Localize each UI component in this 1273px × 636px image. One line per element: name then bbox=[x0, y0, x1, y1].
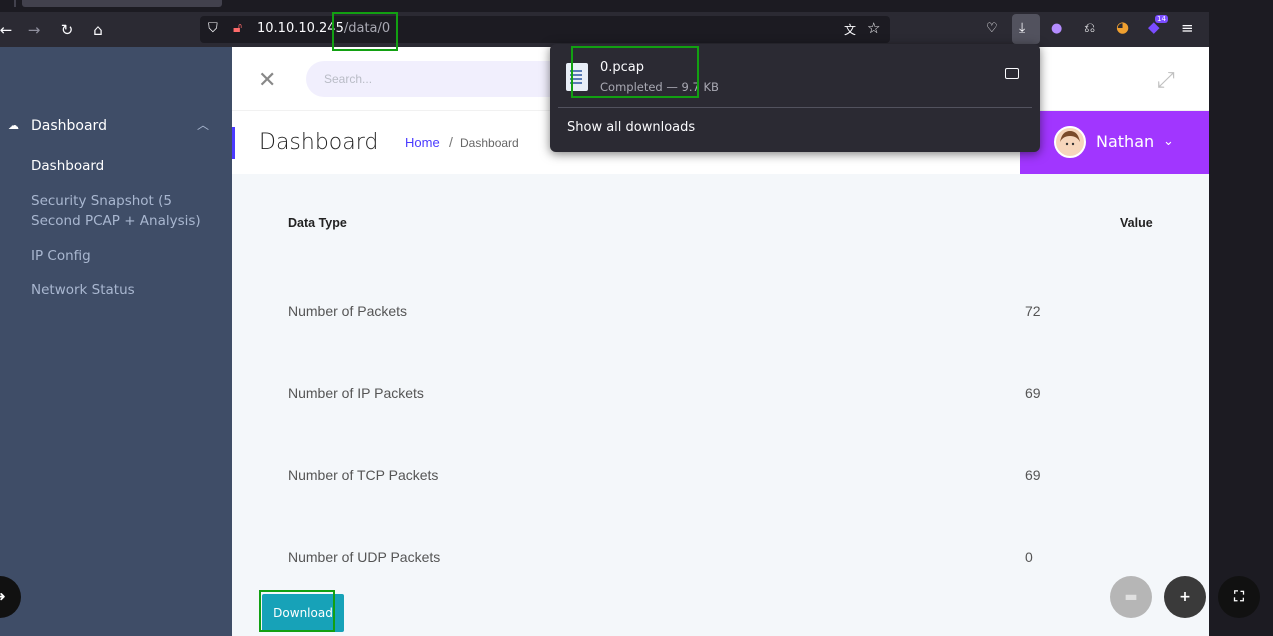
browser-toolbar: ← → ↻ ⌂ ⛉ 🔓︎ 10.10.10.245/data/0 文 ☆ ♡ ⤓… bbox=[0, 12, 1209, 47]
title-accent-bar bbox=[232, 127, 235, 159]
shield-icon[interactable]: ⛉ bbox=[208, 21, 218, 36]
forward-icon[interactable]: → bbox=[22, 18, 46, 42]
table-row-value: 0 bbox=[1025, 549, 1033, 565]
user-menu[interactable]: Nathan ⌄ bbox=[1020, 111, 1209, 174]
breadcrumb-separator: / bbox=[449, 134, 453, 150]
breadcrumb-current: Dashboard bbox=[460, 136, 519, 150]
table-row-value: 69 bbox=[1025, 385, 1041, 401]
tab-strip bbox=[0, 0, 1209, 12]
menu-icon[interactable]: ≡ bbox=[1181, 19, 1194, 37]
close-icon[interactable]: ✕ bbox=[258, 67, 276, 93]
dashboard-icon: ☁ bbox=[8, 120, 19, 132]
fullscreen-icon[interactable]: ⤢ bbox=[1157, 67, 1175, 93]
zoom-out-icon[interactable]: ▬ bbox=[1110, 576, 1152, 618]
sidebar-item-dashboard[interactable]: Dashboard bbox=[31, 156, 211, 176]
column-header-data-type: Data Type bbox=[288, 216, 347, 230]
avatar bbox=[1054, 126, 1086, 158]
sidebar-item-security-snapshot[interactable]: Security Snapshot (5 Second PCAP + Analy… bbox=[31, 191, 211, 231]
table-row-value: 72 bbox=[1025, 303, 1041, 319]
table-row-label: Number of UDP Packets bbox=[288, 549, 441, 565]
sidebar-item-ip-config[interactable]: IP Config bbox=[31, 246, 211, 266]
column-header-value: Value bbox=[1120, 216, 1153, 230]
right-dark-margin bbox=[1209, 0, 1273, 636]
extensions-icon[interactable]: ⎌ bbox=[1084, 20, 1095, 36]
page-title: Dashboard bbox=[259, 130, 379, 155]
fullscreen-toggle-icon[interactable]: ⛶ bbox=[1218, 576, 1260, 618]
container-icon[interactable]: ● bbox=[1051, 21, 1062, 36]
sidebar-section-dashboard[interactable]: ☁ Dashboard ︿ bbox=[0, 108, 232, 144]
chevron-up-icon: ︿ bbox=[197, 118, 210, 132]
highlight-download-button bbox=[259, 590, 335, 632]
home-icon[interactable]: ⌂ bbox=[86, 18, 110, 42]
download-arrow-icon: ⤓ bbox=[1019, 20, 1026, 36]
reload-icon[interactable]: ↻ bbox=[55, 18, 79, 42]
sidebar: ☁ Dashboard ︿ Dashboard Security Snapsho… bbox=[0, 47, 232, 636]
translate-icon[interactable]: 文 bbox=[844, 21, 856, 38]
downloads-button[interactable]: ⤓ bbox=[1012, 14, 1040, 44]
data-table: Data Type Value Number of Packets 72 Num… bbox=[232, 174, 1209, 636]
back-icon[interactable]: ← bbox=[0, 18, 18, 42]
table-row-label: Number of Packets bbox=[288, 303, 408, 319]
table-row-value: 69 bbox=[1025, 467, 1041, 483]
zoom-in-icon[interactable]: + bbox=[1164, 576, 1206, 618]
show-all-downloads-link[interactable]: Show all downloads bbox=[567, 120, 695, 135]
divider bbox=[558, 107, 1032, 108]
sidebar-section-label: Dashboard bbox=[31, 118, 107, 134]
chevron-down-icon: ⌄ bbox=[1163, 133, 1174, 148]
notification-badge: 14 bbox=[1155, 15, 1168, 23]
pocket-icon[interactable]: ♡ bbox=[986, 21, 998, 36]
tab-edge bbox=[14, 0, 16, 7]
highlight-download-file bbox=[571, 46, 699, 98]
highlight-url-path bbox=[332, 12, 398, 51]
table-row-label: Number of TCP Packets bbox=[288, 467, 439, 483]
breadcrumb-home[interactable]: Home bbox=[405, 135, 440, 150]
table-row-label: Number of IP Packets bbox=[288, 385, 424, 401]
search-placeholder: Search... bbox=[324, 72, 373, 86]
url-bar[interactable]: ⛉ 🔓︎ 10.10.10.245/data/0 文 ☆ bbox=[200, 16, 890, 43]
url-host: 10.10.10.245 bbox=[257, 21, 344, 36]
insecure-lock-icon[interactable]: 🔓︎ bbox=[233, 20, 242, 36]
user-name: Nathan bbox=[1096, 132, 1155, 151]
addon-cookie-icon[interactable]: ◕ bbox=[1116, 18, 1129, 36]
bookmark-star-icon[interactable]: ☆ bbox=[867, 19, 880, 37]
active-tab[interactable] bbox=[22, 0, 222, 7]
sidebar-item-network-status[interactable]: Network Status bbox=[31, 280, 211, 300]
open-folder-icon[interactable] bbox=[1005, 68, 1019, 79]
